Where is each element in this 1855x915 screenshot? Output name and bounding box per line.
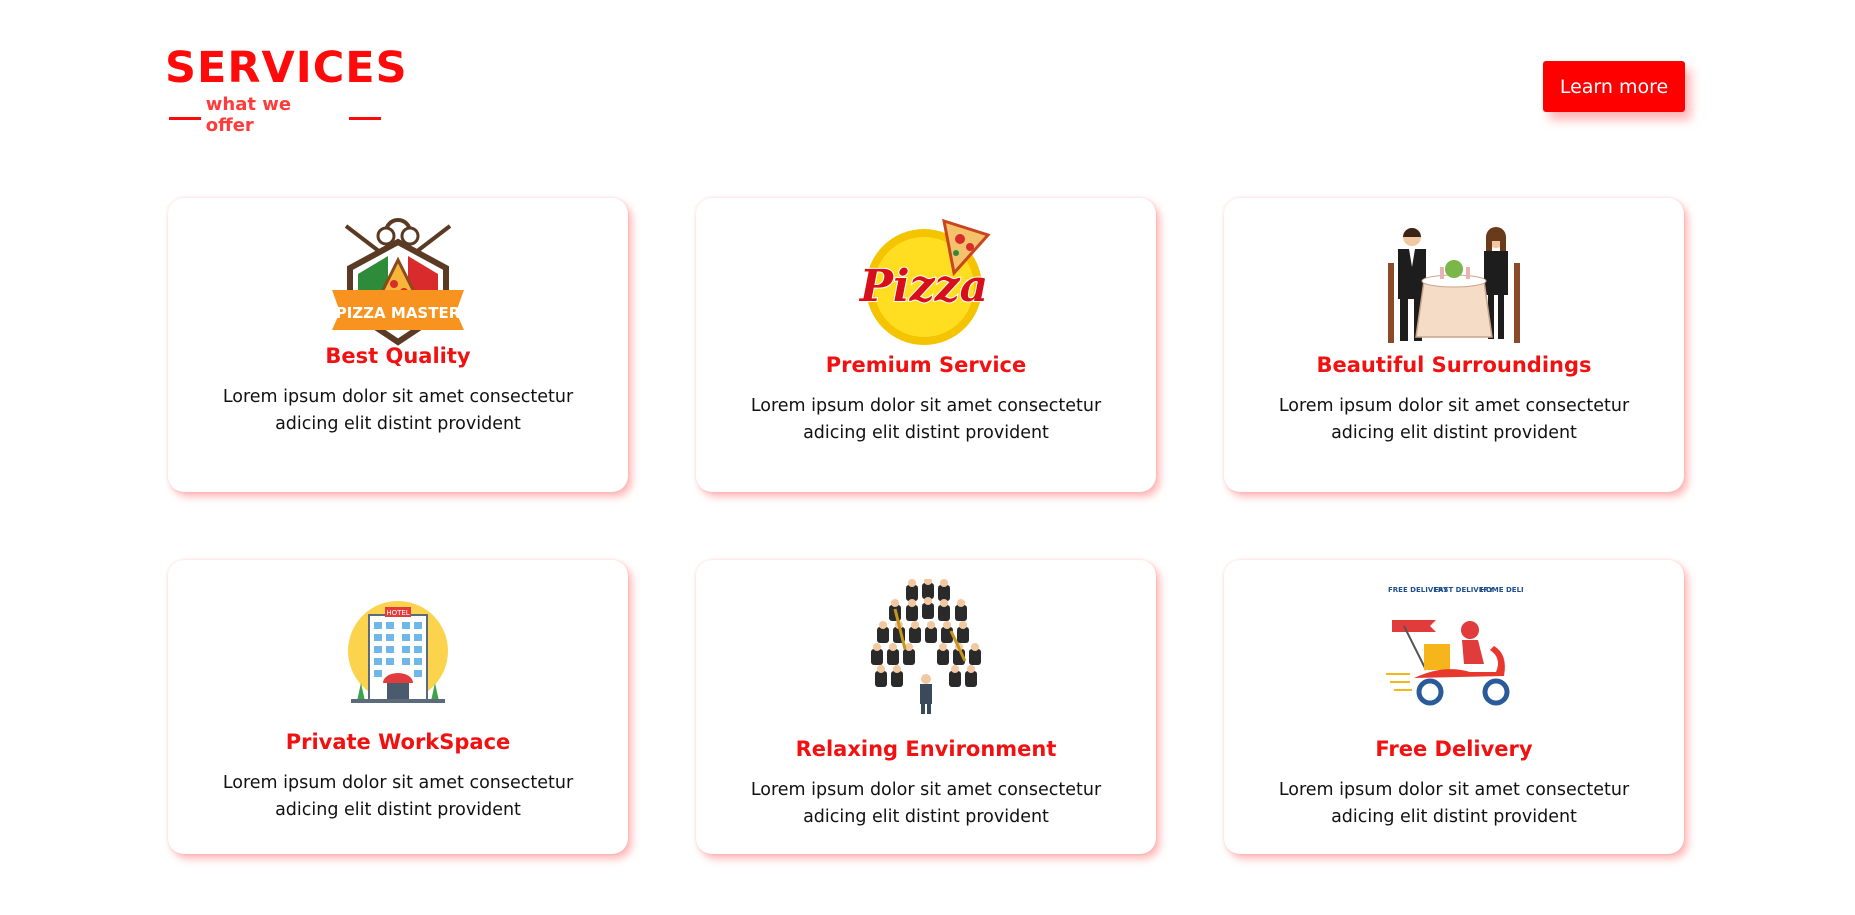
card-title: Best Quality (325, 344, 471, 368)
subtitle-right-line (349, 116, 381, 120)
svg-text:PIZZA MASTER: PIZZA MASTER (336, 304, 461, 322)
delivery-badge-home: HOME DELIVERY (1480, 586, 1524, 594)
section-subtitle: what we offer (205, 94, 292, 136)
service-card-free-delivery[interactable]: FREE DELIVERY FAST DELIVERY HOME DELIVER… (1224, 560, 1684, 854)
service-card-beautiful-surroundings[interactable]: Beautiful Surroundings Lorem ipsum dolor… (1224, 198, 1684, 492)
card-description: Lorem ipsum dolor sit amet consectetur a… (1278, 396, 1630, 443)
learn-more-button[interactable]: Learn more (1543, 61, 1685, 112)
card-title: Premium Service (825, 353, 1027, 377)
hotel-building-icon: HOTEL (328, 586, 468, 716)
orchestra-icon (856, 579, 996, 714)
card-description: Lorem ipsum dolor sit amet consectetur a… (222, 387, 574, 434)
card-description: Lorem ipsum dolor sit amet consectetur a… (750, 780, 1102, 827)
delivery-scooter-icon: FREE DELIVERY FAST DELIVERY HOME DELIVER… (1384, 582, 1524, 716)
section-heading: SERVICES what we offer (165, 42, 408, 136)
dining-couple-icon (1384, 220, 1524, 350)
card-description: Lorem ipsum dolor sit amet consectetur a… (750, 396, 1102, 443)
card-title: Free Delivery (1375, 737, 1533, 761)
card-title: Private WorkSpace (285, 730, 511, 754)
pizza-master-logo-icon: PIZZA MASTER (328, 218, 468, 348)
section-subtitle-row: what we offer (165, 94, 381, 136)
svg-text:Pizza: Pizza (858, 261, 988, 312)
card-title: Relaxing Environment (795, 737, 1057, 761)
subtitle-left-line (169, 116, 201, 120)
service-card-relaxing-environment[interactable]: Relaxing Environment Lorem ipsum dolor s… (696, 560, 1156, 854)
section-title: SERVICES (165, 43, 408, 93)
card-description: Lorem ipsum dolor sit amet consectetur a… (1278, 780, 1630, 827)
pizza-logo-icon: Pizza (856, 218, 996, 348)
service-card-best-quality[interactable]: PIZZA MASTER Best Quality Lorem ipsum do… (168, 198, 628, 492)
service-card-private-workspace[interactable]: HOTEL Private WorkSpace Lorem ipsum dolo… (168, 560, 628, 854)
card-description: Lorem ipsum dolor sit amet consectetur a… (222, 773, 574, 820)
svg-text:HOTEL: HOTEL (386, 609, 409, 617)
service-card-premium-service[interactable]: Pizza Premium Service Lorem ipsum dolor … (696, 198, 1156, 492)
card-title: Beautiful Surroundings (1316, 353, 1592, 377)
